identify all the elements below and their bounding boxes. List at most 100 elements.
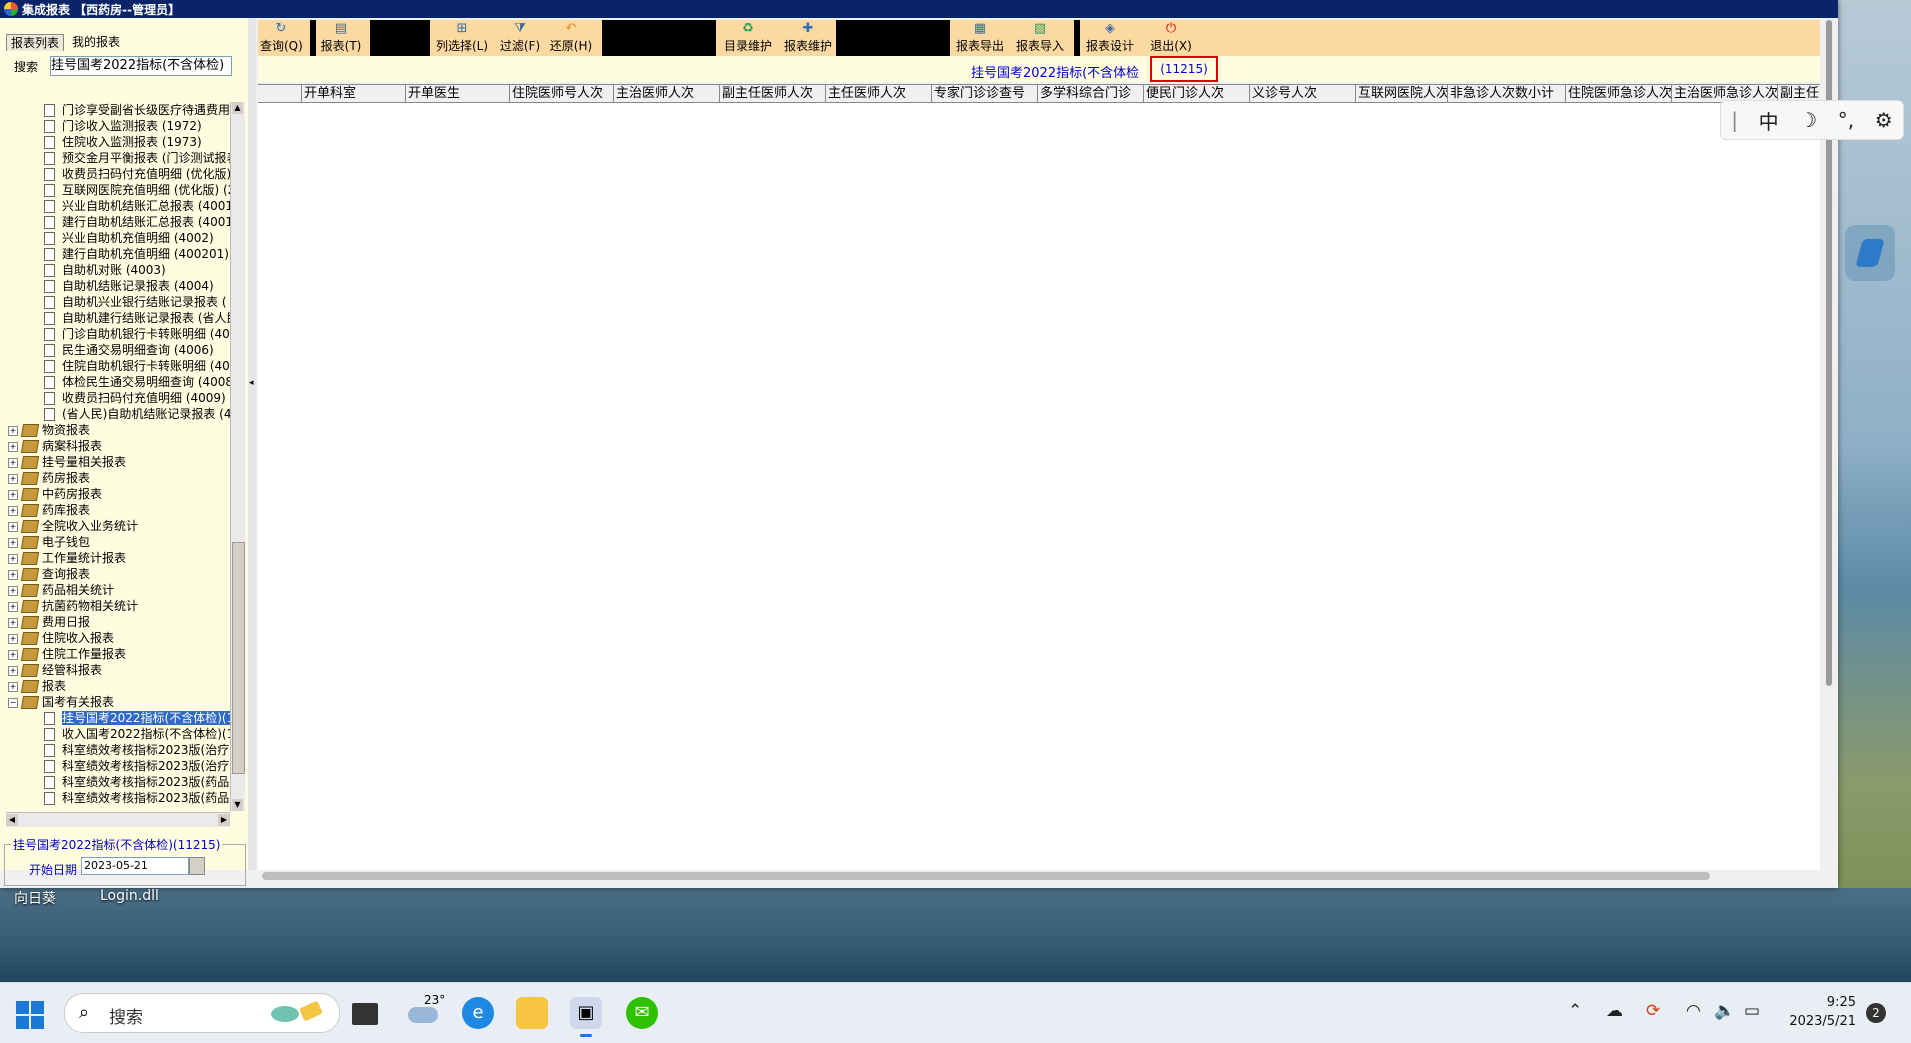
scroll-up-arrow-icon[interactable]: ▲ <box>232 102 243 114</box>
ime-chinese-mode[interactable]: 中 <box>1759 106 1779 135</box>
notification-badge[interactable]: 2 <box>1866 1003 1886 1023</box>
expand-icon[interactable]: + <box>8 537 18 548</box>
expand-icon[interactable]: + <box>8 457 18 468</box>
wifi-icon[interactable]: ◠ <box>1686 1001 1701 1021</box>
tree-group[interactable]: + 费用日报 <box>6 614 230 630</box>
expand-icon[interactable]: + <box>8 473 18 484</box>
scroll-thumb[interactable] <box>232 542 245 774</box>
tree-report-item[interactable]: 挂号国考2022指标(不含体检)(1 <box>6 710 230 726</box>
ime-settings-icon[interactable]: ⚙ <box>1875 108 1893 132</box>
grid-horizontal-scrollbar[interactable] <box>262 872 1710 880</box>
desktop-label-sunflower[interactable]: 向日葵 <box>14 888 56 908</box>
report-button[interactable]: ▤ 报表(T) <box>318 20 364 56</box>
exit-button[interactable]: ⏻ 退出(X) <box>1148 20 1194 56</box>
clock[interactable]: 9:25 2023/5/21 <box>1786 993 1856 1031</box>
collapse-icon[interactable]: − <box>8 697 18 708</box>
tree-group[interactable]: + 物资报表 <box>6 422 230 438</box>
tree-group[interactable]: + 工作量统计报表 <box>6 550 230 566</box>
tree-report-item[interactable]: 体检民生通交易明细查询 (4008) <box>6 374 230 390</box>
date-picker-button[interactable] <box>189 857 205 875</box>
column-header[interactable]: 主任医师人次 <box>826 84 932 102</box>
report-export-button[interactable]: ▦ 报表导出 <box>952 20 1008 56</box>
column-header[interactable]: 开单科室 <box>302 84 406 102</box>
splitter-arrow-icon[interactable]: ◂ <box>249 378 254 388</box>
expand-icon[interactable]: + <box>8 505 18 516</box>
expand-icon[interactable]: + <box>8 489 18 500</box>
tab-my-reports[interactable]: 我的报表 <box>68 34 124 50</box>
column-header[interactable]: 非急诊人次数小计 <box>1448 84 1566 102</box>
chevron-up-icon[interactable]: ⌃ <box>1568 1001 1582 1021</box>
scroll-right-arrow-icon[interactable]: ▶ <box>218 814 230 826</box>
tree-group[interactable]: + 经管科报表 <box>6 662 230 678</box>
tree-report-item[interactable]: 自助机对账 (4003) <box>6 262 230 278</box>
wechat-icon[interactable]: ✉ <box>626 997 658 1029</box>
expand-icon[interactable]: + <box>8 665 18 676</box>
tree-report-item[interactable]: 住院收入监测报表 (1973) <box>6 134 230 150</box>
taskbar-search[interactable]: ⌕ 搜索 <box>64 993 340 1033</box>
column-header[interactable]: 住院医师号人次 <box>510 84 614 102</box>
search-input[interactable]: 挂号国考2022指标(不含体检) <box>50 56 232 76</box>
expand-icon[interactable]: + <box>8 585 18 596</box>
ime-grip-icon[interactable]: | <box>1731 108 1738 132</box>
filter-button[interactable]: ⧩ 过滤(F) <box>498 20 542 56</box>
volume-icon[interactable]: 🔈 <box>1714 1001 1735 1021</box>
tree-report-item[interactable]: 收费员扫码付充值明细 (优化版) <box>6 166 230 182</box>
expand-icon[interactable]: + <box>8 521 18 532</box>
tree-report-item[interactable]: 门诊收入监测报表 (1972) <box>6 118 230 134</box>
tree-vertical-scrollbar[interactable]: ▲ ▼ <box>230 102 245 811</box>
scroll-left-arrow-icon[interactable]: ◀ <box>6 814 18 826</box>
ime-moon-icon[interactable]: ☽ <box>1799 108 1817 132</box>
tab-report-list[interactable]: 报表列表 <box>6 34 65 51</box>
start-button[interactable] <box>16 1001 44 1029</box>
edge-browser-icon[interactable]: e <box>462 997 494 1029</box>
tree-report-item[interactable]: 兴业自助机充值明细 (4002) <box>6 230 230 246</box>
tree-group[interactable]: + 病案科报表 <box>6 438 230 454</box>
tree-group[interactable]: + 住院收入报表 <box>6 630 230 646</box>
cloud-sync-icon[interactable]: ☁ <box>1606 1001 1623 1021</box>
tree-report-item[interactable]: 自助机兴业银行结账记录报表 ( <box>6 294 230 310</box>
tree-report-item[interactable]: 民生通交易明细查询 (4006) <box>6 342 230 358</box>
column-header[interactable]: 开单医生 <box>406 84 510 102</box>
tree-report-item[interactable]: 收费员扫码付充值明细 (4009) <box>6 390 230 406</box>
tree-group[interactable]: + 挂号量相关报表 <box>6 454 230 470</box>
tree-report-item[interactable]: 科室绩效考核指标2023版(治疗) <box>6 742 230 758</box>
tree-report-item[interactable]: 科室绩效考核指标2023版(治疗) <box>6 758 230 774</box>
tree-group[interactable]: + 药库报表 <box>6 502 230 518</box>
tree-group[interactable]: + 报表 <box>6 678 230 694</box>
tree-group[interactable]: + 全院收入业务统计 <box>6 518 230 534</box>
report-import-button[interactable]: ▧ 报表导入 <box>1012 20 1068 56</box>
expand-icon[interactable]: + <box>8 569 18 580</box>
tree-report-item[interactable]: 兴业自助机结账汇总报表 (4001) <box>6 198 230 214</box>
scroll-down-arrow-icon[interactable]: ▼ <box>232 799 243 811</box>
file-explorer-icon[interactable] <box>516 997 548 1029</box>
tree-report-item[interactable]: 门诊自助机银行卡转账明细 (400 <box>6 326 230 342</box>
tree-report-item[interactable]: 收入国考2022指标(不含体检)(1 <box>6 726 230 742</box>
column-select-button[interactable]: ⊞ 列选择(L) <box>434 20 490 56</box>
expand-icon[interactable]: + <box>8 649 18 660</box>
tree-report-item[interactable]: 互联网医院充值明细 (优化版) (2 <box>6 182 230 198</box>
tree-group[interactable]: + 药房报表 <box>6 470 230 486</box>
tree-group[interactable]: + 查询报表 <box>6 566 230 582</box>
expand-icon[interactable]: + <box>8 601 18 612</box>
start-date-input[interactable]: 2023-05-21 <box>81 857 189 875</box>
restore-button[interactable]: ↶ 还原(H) <box>548 20 594 56</box>
weather-widget[interactable]: 23° <box>404 993 448 1029</box>
ime-punctuation-icon[interactable]: °, <box>1838 108 1854 132</box>
panel-splitter[interactable]: ◂ <box>248 18 256 870</box>
column-header[interactable]: 多学科综合门诊 <box>1038 84 1144 102</box>
side-widget[interactable] <box>1845 225 1895 281</box>
battery-icon[interactable]: ▭ <box>1744 1001 1760 1021</box>
column-header[interactable]: 副主任医师人次 <box>720 84 826 102</box>
report-maintain-button[interactable]: ✚ 报表维护 <box>780 20 836 56</box>
expand-icon[interactable]: + <box>8 553 18 564</box>
tree-report-item[interactable]: 科室绩效考核指标2023版(药品) <box>6 790 230 806</box>
tree-group[interactable]: + 住院工作量报表 <box>6 646 230 662</box>
tree-report-item[interactable]: 门诊享受副省长级医疗待遇费用 <box>6 102 230 118</box>
tree-report-item[interactable]: 预交金月平衡报表 (门诊测试报表 <box>6 150 230 166</box>
data-grid[interactable]: 开单科室 开单医生 住院医师号人次 主治医师人次 副主任医师人次 主任医师人次 专家门诊诊查… <box>258 84 1820 870</box>
catalog-maintain-button[interactable]: ♻ 目录维护 <box>720 20 776 56</box>
expand-icon[interactable]: + <box>8 441 18 452</box>
integrated-report-app-icon[interactable]: ▣ <box>570 997 602 1037</box>
column-header[interactable]: 住院医师急诊人次 <box>1566 84 1672 102</box>
tree-group[interactable]: − 国考有关报表 <box>6 694 230 710</box>
